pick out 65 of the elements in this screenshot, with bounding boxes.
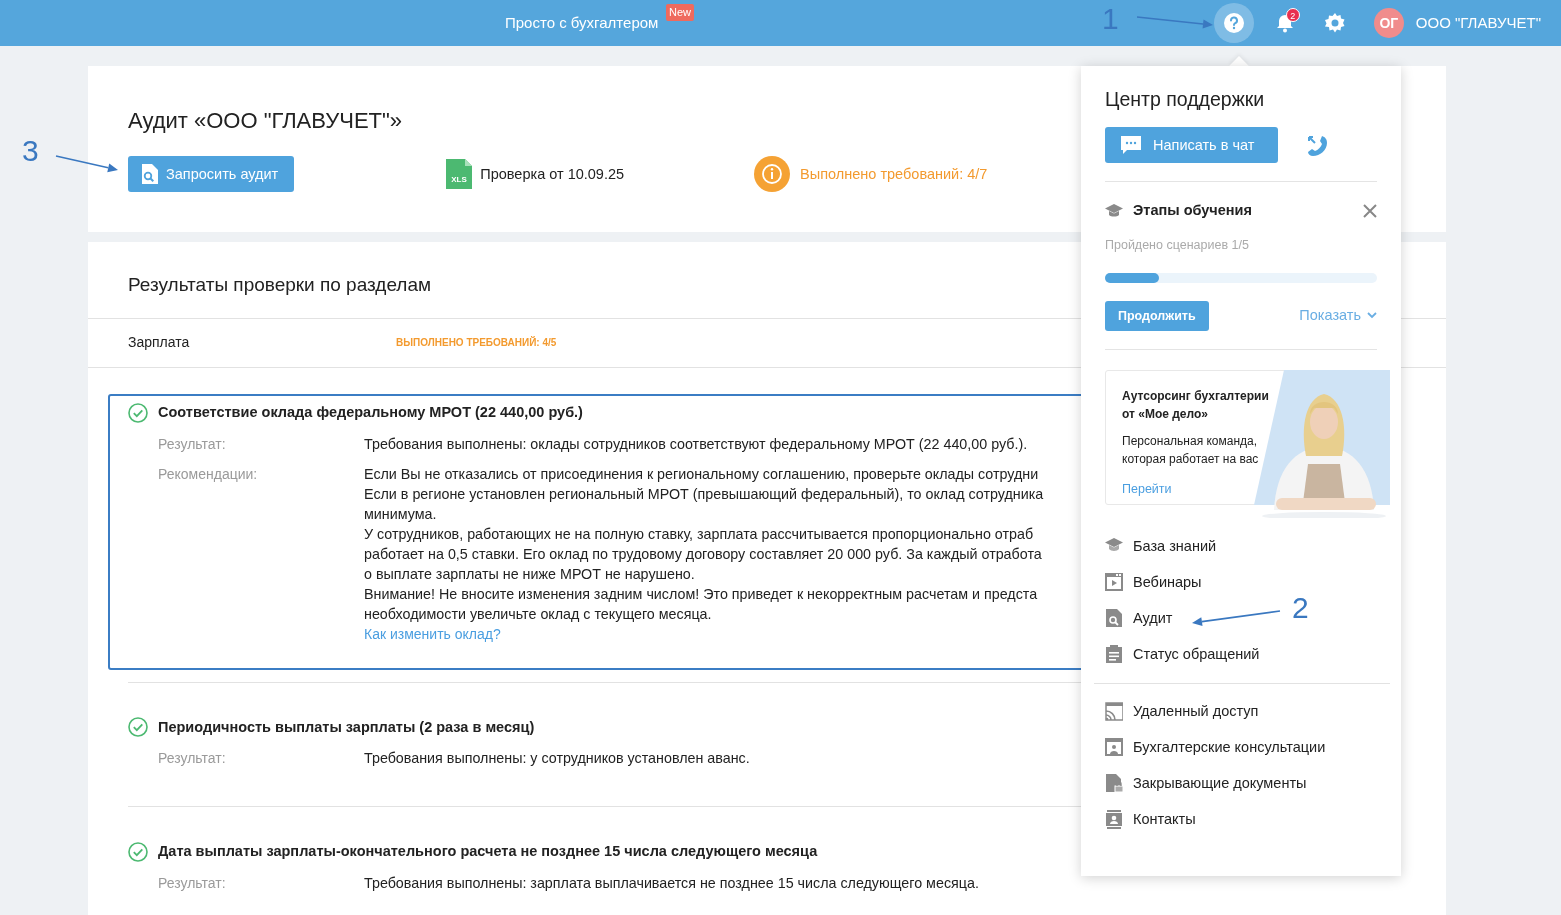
document-search-icon (1105, 609, 1123, 629)
check-circle-icon (128, 717, 148, 738)
text-line: необходимости увеличьте оклад с текущего месяца. (364, 604, 713, 624)
document-search-icon (140, 164, 158, 185)
settings-icon (1323, 12, 1346, 34)
text-line: Внимание! Не вносите изменения задним числом! Это приведет к некорректным расчетам и предста (364, 584, 1039, 604)
requirement-title: Периодичность выплаты зарплаты (2 раза в месяц) (158, 717, 535, 737)
graduation-cap-icon (1105, 204, 1123, 219)
learning-title: Этапы обучения (1133, 201, 1253, 221)
annotation-arrow (55, 155, 118, 173)
text-line: Требования выполнены: зарплата выплачивается не позднее 15 числа следующего месяца. (364, 874, 979, 894)
requirement-title: Дата выплаты зарплаты-окончательного расчета не позднее 15 числа следующего месяца (158, 842, 818, 862)
remote-screen-icon (1105, 702, 1123, 722)
field-label: Рекомендации: (157, 464, 259, 484)
check-circle-icon (128, 842, 148, 863)
menu-item[interactable]: Аудит (1105, 600, 1173, 637)
field-label: Результат: (157, 749, 227, 769)
annotation-number: 2 (1292, 593, 1309, 623)
requirement-title: Соответствие оклада федеральному МРОТ (22 440,00 руб.) (158, 402, 583, 422)
check-circle-icon (128, 402, 148, 423)
notification-count: 2 (1285, 8, 1300, 22)
field-label: Результат: (157, 434, 227, 454)
spreadsheet-file-icon: XLS (446, 159, 473, 190)
chevron-down-icon (1367, 312, 1377, 320)
panel-title: Центр поддержки (1105, 88, 1266, 112)
menu-item[interactable]: Удаленный доступ (1105, 693, 1259, 730)
video-player-icon (1105, 573, 1123, 593)
new-badge: New (666, 4, 694, 21)
text-line: Требования выполнены: оклады сотрудников соответствуют федеральному МРОТ (22 440,00 руб.). (364, 434, 1028, 454)
notifications-button[interactable]: 2 (1265, 4, 1304, 42)
help-icon (1223, 13, 1244, 33)
text-line: Если в регионе установлен региональный МРОТ (превышающий федеральный), то оклад сотрудника (364, 484, 1044, 504)
info-icon (754, 156, 791, 193)
promo-title: Аутсорсинг бухгалтерии от «Мое дело» (1122, 387, 1270, 423)
close-icon[interactable] (1363, 204, 1377, 219)
section-status: ВЫПОЛНЕНО ТРЕБОВАНИЙ: 4/5 (396, 335, 557, 351)
section-title: Результаты проверки по разделам (128, 274, 432, 297)
consultation-icon (1105, 738, 1123, 758)
help-button[interactable] (1213, 3, 1254, 43)
file-link[interactable]: Проверка от 10.09.25 (480, 163, 625, 186)
text-line: Если Вы не отказались от присоединения к региональному соглашению, проверьте оклады сотрудни (364, 464, 1040, 484)
text-line: У сотрудников, работающих не на полную ставку, зарплата рассчитывается пропорционально отраб (364, 524, 1035, 544)
menu-item[interactable]: Контакты (1105, 801, 1196, 838)
text-line: о выплате зарплаты не ниже МРОТ не нарушено. (364, 564, 696, 584)
section-name: Зарплата (128, 333, 191, 353)
progress-text: Пройдено сценариев 1/5 (1105, 237, 1250, 255)
promo-text: Персональная команда, которая работает на вас (1122, 432, 1260, 468)
menu-item[interactable]: Бухгалтерские консультации (1105, 729, 1326, 766)
app-title: Просто с бухгалтером (505, 13, 659, 33)
locked-document-icon (1105, 774, 1123, 794)
text-line: минимума. (364, 504, 438, 524)
page-title: Аудит «ООО "ГЛАВУЧЕТ"» (128, 108, 404, 135)
menu-item[interactable]: База знаний (1105, 528, 1217, 565)
requirements-status: Выполнено требований: 4/7 (800, 164, 988, 184)
clipboard-icon (1105, 645, 1123, 665)
text-line: Требования выполнены: у сотрудников установлен аванс. (364, 749, 750, 769)
field-label: Результат: (157, 874, 227, 894)
menu-item[interactable]: Закрывающие документы (1105, 765, 1307, 802)
menu-item[interactable]: Вебинары (1105, 564, 1202, 601)
chat-icon (1121, 136, 1141, 155)
text-line: работает на 0,5 ставки. Его оклад по трудовому договору составляет 20 000 руб. За каждый отработа (364, 544, 1043, 564)
annotation-number: 3 (22, 136, 39, 166)
menu-item[interactable]: Статус обращений (1105, 636, 1260, 673)
contact-card-icon (1105, 810, 1123, 830)
phone-icon[interactable] (1306, 134, 1328, 157)
